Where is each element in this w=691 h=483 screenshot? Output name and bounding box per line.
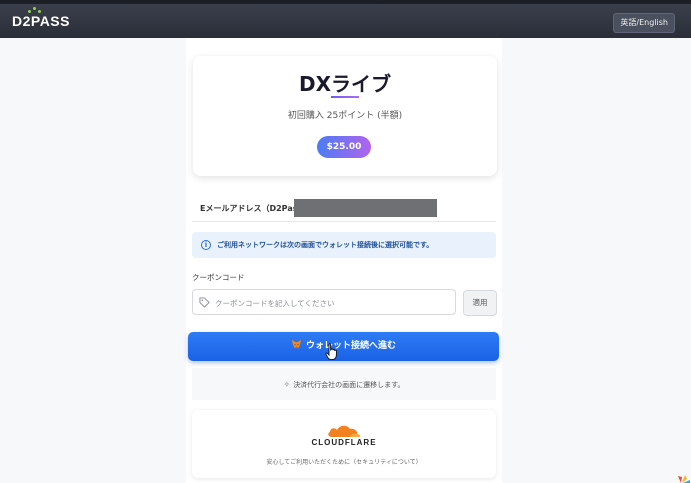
info-text: ご利用ネットワークは次の画面でウォレット接続後に選択可能です。: [217, 241, 434, 249]
hand-cursor-icon: [325, 343, 337, 361]
cloudflare-card: CLOUDFLARE 安心してご利用いただくために（セキュリティについて）: [192, 410, 496, 478]
network-info-box: i ご利用ネットワークは次の画面でウォレット接続後に選択可能です。: [192, 232, 496, 258]
connect-wallet-button[interactable]: ウォレット接続へ進む: [188, 332, 499, 361]
logo-dots-icon: [28, 7, 44, 13]
product-subtitle: 初回購入 25ポイント (半額): [287, 111, 403, 121]
security-link[interactable]: 安心してご利用いただくために（セキュリティについて）: [192, 457, 496, 466]
connect-wallet-label: ウォレット接続へ進む: [305, 341, 396, 351]
info-icon: i: [201, 240, 211, 250]
redirect-note-row: ✧ 決済代行会社の画面に遷移します。: [192, 368, 496, 400]
coupon-placeholder: クーポンコードを記入してください: [215, 299, 335, 308]
coupon-input[interactable]: クーポンコードを記入してください: [192, 289, 456, 315]
logo-text: D2PASS: [12, 13, 70, 29]
redirect-note: ✧ 決済代行会社の画面に遷移します。: [192, 380, 496, 390]
language-toggle-button[interactable]: 英語/English: [613, 13, 675, 33]
email-row: Eメールアドレス（D2Pass ID: [192, 196, 496, 222]
redirect-note-text: 決済代行会社の画面に遷移します。: [293, 381, 405, 389]
d2pass-logo[interactable]: D2PASS: [12, 7, 70, 29]
email-redacted-value: [294, 199, 437, 217]
product-title: DXライブ: [298, 72, 392, 96]
tag-icon: [199, 297, 210, 308]
title-underline: [331, 96, 359, 98]
cloudflare-logo[interactable]: CLOUDFLARE: [192, 422, 496, 447]
connect-wallet-content: ウォレット接続へ進む: [188, 332, 499, 361]
price-badge: $25.00: [317, 136, 371, 158]
corner-pinwheel-icon: [678, 475, 690, 483]
sparkle-icon: ✧: [283, 380, 291, 389]
top-bar: D2PASS 英語/English: [0, 0, 691, 38]
coupon-label: クーポンコード: [192, 273, 245, 282]
metamask-fox-icon: [291, 339, 302, 349]
cloudflare-wordmark: CLOUDFLARE: [311, 438, 377, 447]
cloudflare-cloud-icon: [328, 425, 361, 437]
product-card: DXライブ 初回購入 25ポイント (半額) $25.00: [193, 56, 497, 176]
apply-coupon-button[interactable]: 適用: [463, 290, 497, 316]
